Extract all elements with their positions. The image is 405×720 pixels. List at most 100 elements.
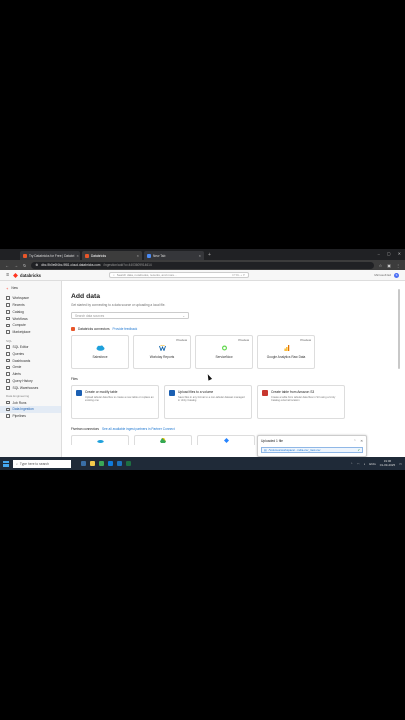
- close-tab-icon[interactable]: ✕: [76, 254, 79, 258]
- reload-icon[interactable]: ↻: [23, 263, 26, 268]
- databricks-logo[interactable]: databricks: [13, 273, 41, 278]
- site-info-icon[interactable]: ⚙: [35, 263, 38, 267]
- jira-icon: [223, 438, 229, 443]
- close-icon[interactable]: ✕: [360, 439, 363, 443]
- file-tiles: Create or modify table Upload tabular dat…: [71, 385, 388, 419]
- create-table-from-s3-tile[interactable]: Create table from Amazon S3 Create a tabl…: [257, 385, 345, 419]
- minimize-icon[interactable]: –: [378, 251, 380, 256]
- windows-taskbar: ⌕ Type here to search ⌃ ◠ ◖ ENG 19:06 01-0…: [0, 457, 405, 470]
- volume-upload-icon: [169, 390, 175, 396]
- chrome-favicon-icon: [147, 253, 151, 258]
- sidebar-toggle-icon[interactable]: ☰: [6, 273, 9, 277]
- sidebar-item-workflows[interactable]: Workflows: [0, 315, 61, 322]
- fivetran-section-header: Fivetran connectors See all available ing…: [71, 427, 175, 431]
- back-arrow-icon[interactable]: ←: [5, 263, 9, 268]
- url-field[interactable]: ⚙ dbc-9b0e6f4bc-9f81.cloud.databricks.co…: [31, 261, 374, 269]
- connector-tile-salesforce[interactable]: Salesforce: [71, 335, 129, 369]
- sidebar-item-compute[interactable]: Compute: [0, 322, 61, 329]
- bookmark-star-icon[interactable]: ☆: [379, 263, 383, 268]
- collapse-icon[interactable]: ⌃: [353, 439, 356, 443]
- speaker-icon[interactable]: ◖: [363, 462, 365, 466]
- partner-tile-google-drive[interactable]: [134, 435, 192, 445]
- sidebar-item-sql-warehouses[interactable]: SQL Warehouses: [0, 384, 61, 391]
- sidebar-item-alerts[interactable]: Alerts: [0, 371, 61, 378]
- sidebar-item-catalog[interactable]: Catalog: [0, 308, 61, 315]
- sidebar-item-new[interactable]: + New: [0, 285, 61, 292]
- upload-to-volume-tile[interactable]: Upload files to a volume Save files in an…: [164, 385, 252, 419]
- connectors-section-header: Databricks connectors Provide feedback: [71, 327, 388, 331]
- catalog-icon: [6, 310, 10, 314]
- sidebar-item-marketplace[interactable]: Marketplace: [0, 329, 61, 336]
- chrome-icon[interactable]: [99, 461, 104, 466]
- taskbar-apps: [81, 461, 131, 466]
- forward-arrow-icon[interactable]: →: [14, 263, 18, 268]
- data-source-search-input[interactable]: Search data sources ⌄: [71, 312, 189, 319]
- avatar[interactable]: S: [394, 272, 399, 278]
- salesforce-cloud-icon: [96, 345, 104, 351]
- sidebar-item-recents[interactable]: Recents: [0, 302, 61, 309]
- upload-panel-title: Uploaded 1 file: [261, 439, 283, 443]
- partner-tile-jira[interactable]: [197, 435, 255, 445]
- extensions-icon[interactable]: ▣: [387, 263, 391, 268]
- maximize-icon[interactable]: ▢: [387, 251, 391, 256]
- main-scrollbar[interactable]: [398, 289, 400, 369]
- close-window-icon[interactable]: ✕: [398, 251, 401, 256]
- plus-icon: +: [6, 285, 9, 291]
- notification-icon[interactable]: ▭: [399, 462, 402, 466]
- connector-tile-google-analytics[interactable]: Preview Google Analytics Raw Data: [257, 335, 315, 369]
- cloud-icon: [6, 323, 10, 328]
- main-content: Add data Get started by connecting to a …: [62, 281, 397, 457]
- browser-tab-new-tab[interactable]: New Tab ✕: [144, 251, 204, 260]
- connector-tile-servicenow[interactable]: Preview ServiceNow: [195, 335, 253, 369]
- close-tab-icon[interactable]: ✕: [136, 254, 139, 258]
- browser-menu-icon[interactable]: ⋮: [396, 263, 400, 268]
- language-indicator[interactable]: ENG: [369, 462, 376, 466]
- sidebar-item-genie[interactable]: Genie: [0, 364, 61, 371]
- partner-tile-salesforce[interactable]: [71, 435, 129, 445]
- sidebar-item-sql-editor[interactable]: SQL Editor: [0, 344, 61, 351]
- task-view-icon[interactable]: [81, 461, 86, 466]
- workspace-switcher[interactable]: Microsoft Ed S: [374, 272, 399, 278]
- job-runs-icon: [6, 400, 10, 405]
- file-explorer-icon[interactable]: [90, 461, 95, 466]
- sidebar-item-query-history[interactable]: Query History: [0, 378, 61, 385]
- taskbar-search-input[interactable]: ⌕ Type here to search: [13, 459, 71, 468]
- excel-icon[interactable]: [126, 461, 131, 466]
- windows-start-icon[interactable]: [3, 460, 9, 467]
- sidebar-item-queries[interactable]: Queries: [0, 350, 61, 357]
- browser-tab-databricks[interactable]: Databricks ✕: [82, 251, 142, 260]
- sidebar-item-dashboards[interactable]: Dashboards: [0, 357, 61, 364]
- store-icon: [6, 330, 10, 334]
- bell-icon: [6, 372, 10, 376]
- new-tab-plus-icon[interactable]: +: [208, 251, 211, 260]
- outlook-icon[interactable]: [117, 461, 122, 466]
- upload-status-panel: Uploaded 1 file ⌃ ✕ ▤/Volumes/workspace/..…: [257, 435, 367, 457]
- pipeline-icon: [6, 414, 10, 418]
- system-tray: ⌃ ◠ ◖ ENG 19:06 01-09-2025 ▭: [350, 459, 402, 467]
- partner-connect-link[interactable]: See all available ingest partners in Par…: [102, 427, 175, 431]
- salesforce-cloud-icon: [96, 439, 104, 443]
- page-subtitle: Get started by connecting to a data sour…: [71, 303, 166, 307]
- sidebar-item-data-ingestion[interactable]: Data Ingestion: [0, 405, 61, 413]
- provide-feedback-link[interactable]: Provide feedback: [113, 327, 138, 331]
- clock-icon: [6, 303, 10, 307]
- wifi-icon[interactable]: ◠: [357, 462, 360, 466]
- taskbar-clock[interactable]: 19:06 01-09-2025: [380, 459, 395, 467]
- uploaded-file-row[interactable]: ▤/Volumes/workspace/...india-csv_rtest.c…: [261, 447, 363, 453]
- editor-icon: [6, 345, 10, 349]
- create-modify-table-tile[interactable]: Create or modify table Upload tabular dat…: [71, 385, 159, 419]
- sidebar-item-workspace[interactable]: Workspace: [0, 295, 61, 302]
- connector-tile-workday[interactable]: Preview Workday Reports: [133, 335, 191, 369]
- browser-tab-try-databricks[interactable]: Try Databricks for Free | Databri ✕: [20, 251, 80, 260]
- edge-icon[interactable]: [108, 461, 113, 466]
- sidebar-item-pipelines[interactable]: Pipelines: [0, 413, 61, 420]
- tab-label: New Tab: [153, 253, 166, 258]
- dashboard-icon: [6, 358, 10, 363]
- global-search-input[interactable]: ⌕ Search data, notebooks, recents, and mo…: [109, 272, 249, 278]
- sidebar-item-job-runs[interactable]: Job Runs: [0, 399, 61, 406]
- workflow-icon: [6, 316, 10, 321]
- warehouse-icon: [6, 386, 10, 390]
- success-check-icon: ✔: [357, 448, 360, 452]
- close-tab-icon[interactable]: ✕: [198, 254, 201, 258]
- chevron-up-icon[interactable]: ⌃: [350, 462, 353, 466]
